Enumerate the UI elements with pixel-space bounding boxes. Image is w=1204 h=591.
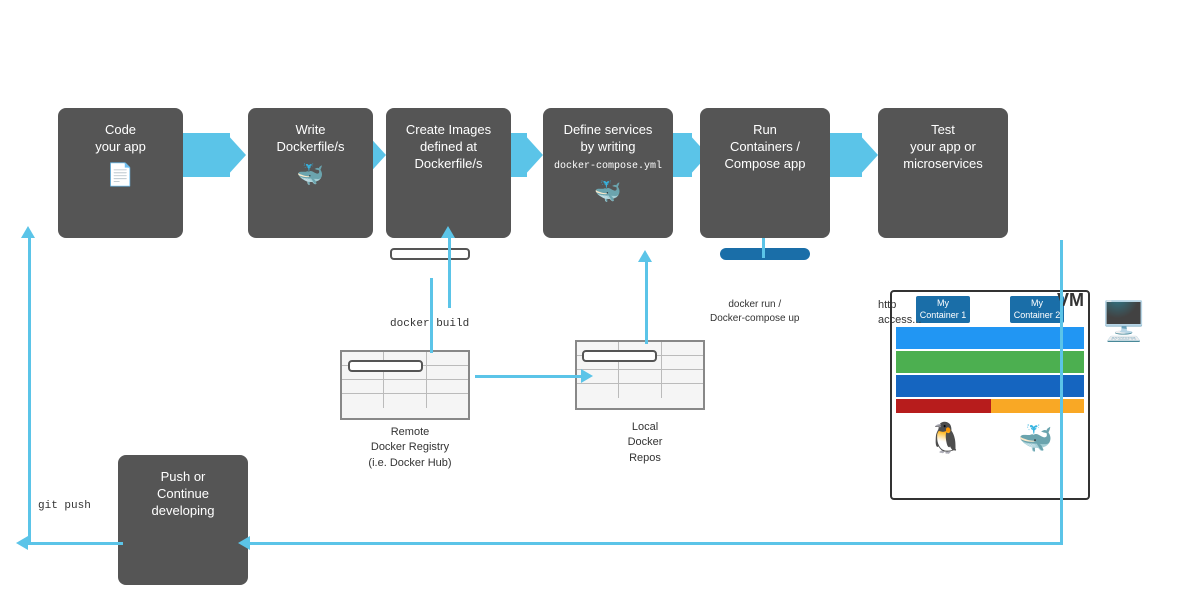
arrowhead-back-up [21,226,35,238]
line-return-right-down [1060,240,1063,545]
arrowhead-to-containers [638,250,652,262]
step-5-box: RunContainers /Compose app [700,108,830,238]
step-1-label: Codeyour app [95,122,146,156]
line-registry-to-local [475,375,583,378]
step-4-icon: 🐳 [594,179,621,205]
arrowhead-to-local [581,369,593,383]
git-push-label: git push [38,500,91,512]
step-4-label: Define servicesby writingdocker-compose.… [554,122,662,173]
arrowhead-gitpush-left [16,536,28,550]
step-1-icon: 📄 [107,162,134,188]
line-gitpush-left [28,542,123,545]
step-7-label: Push orContinuedeveloping [152,469,215,520]
line-local-to-containers [645,262,648,344]
my-images-1-box [390,248,470,260]
page-title [0,0,1204,30]
workflow-area: Codeyour app 📄 WriteDockerfile/s 🐳 Creat… [0,30,1204,540]
docker-run-label: docker run /Docker-compose up [710,298,799,326]
step-3-label: Create Imagesdefined atDockerfile/s [406,122,491,173]
arrowhead-1-2 [226,133,246,177]
docker-whale-icon: 🐳 [1018,422,1053,455]
step-2-icon: 🐳 [297,162,324,188]
line-return-bottom [250,542,1063,545]
line-step5-to-containers [762,238,765,258]
vm-monitor-icon: 🖥️ [1100,300,1147,344]
step-3-box: Create Imagesdefined atDockerfile/s [386,108,511,238]
step-1-box: Codeyour app 📄 [58,108,183,238]
step-6-box: Testyour app ormicroservices [878,108,1008,238]
my-images-2-box [582,350,657,362]
arrowhead-5-6 [858,133,878,177]
line-step3-down [448,238,451,308]
step-5-label: RunContainers /Compose app [725,122,806,173]
arrowhead-return-left [238,536,250,550]
step-7-box: Push orContinuedeveloping [118,455,248,585]
http-access-label: httpaccess... [878,298,921,329]
arrow-1-2 [178,133,230,177]
step-2-label: WriteDockerfile/s [277,122,345,156]
step-6-label: Testyour app ormicroservices [903,122,982,173]
arrowhead-step3-up [441,226,455,238]
step-4-box: Define servicesby writingdocker-compose.… [543,108,673,238]
arrowhead-3-4 [523,133,543,177]
line-step1-left-down [28,238,31,543]
line-images-to-registry [430,278,433,353]
my-containers-box [720,248,810,260]
base-images-box [348,360,423,372]
linux-penguin-icon: 🐧 [927,421,964,456]
step-2-box: WriteDockerfile/s 🐳 [248,108,373,238]
my-container1-label: MyContainer 1 [916,296,971,323]
remote-registry-label: RemoteDocker Registry(i.e. Docker Hub) [345,425,475,471]
local-repos-label: LocalDockerRepos [580,420,710,466]
